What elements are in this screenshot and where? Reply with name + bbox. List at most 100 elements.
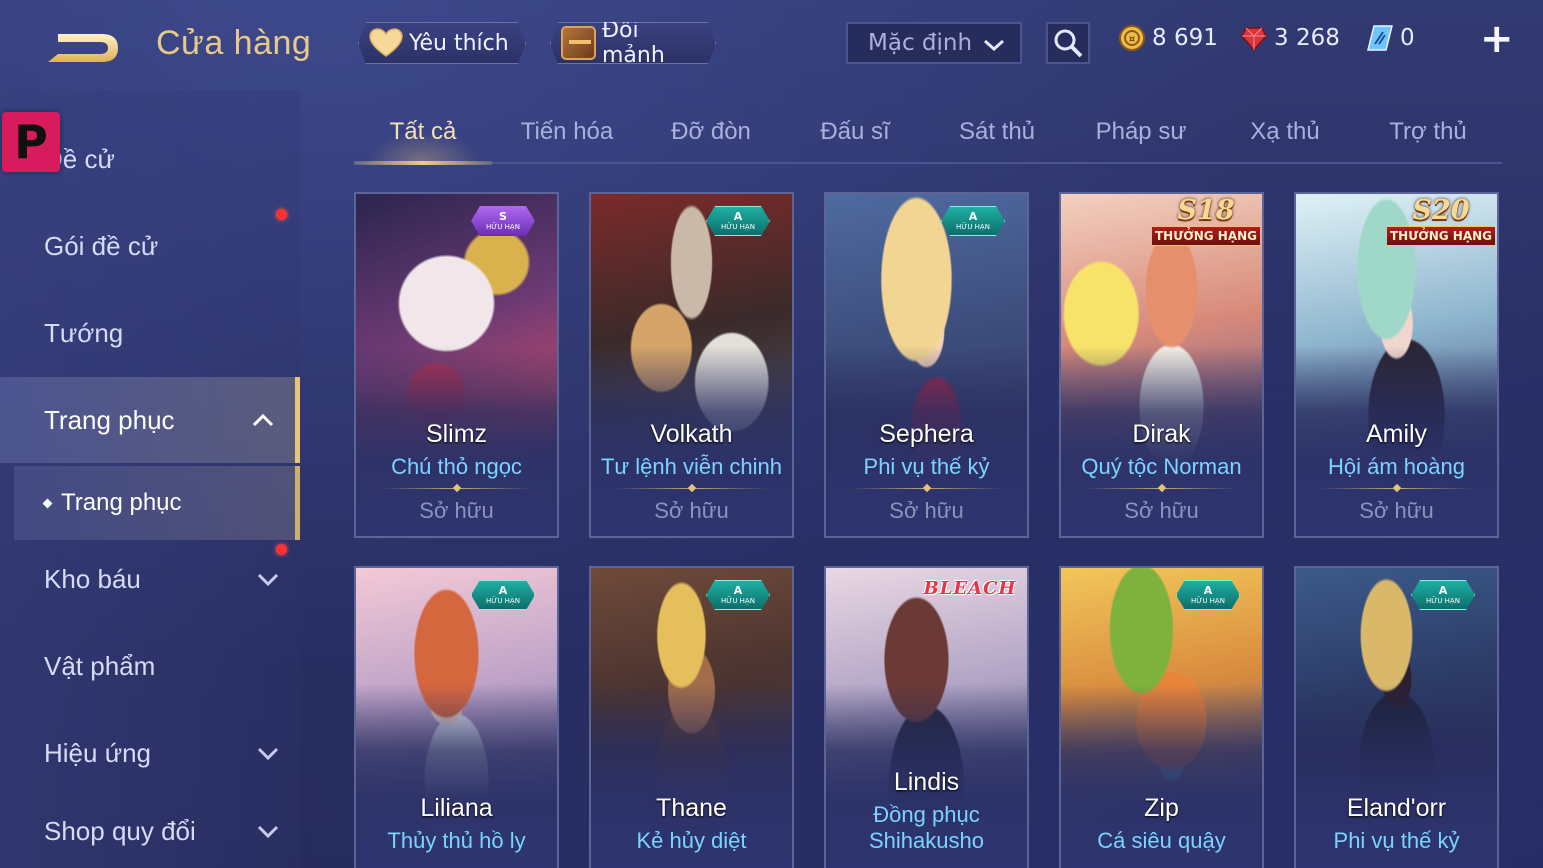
sort-value: Mặc định <box>868 30 973 56</box>
hero-name: Liliana <box>420 794 493 822</box>
plus-icon[interactable]: + <box>1480 19 1514 59</box>
owned-status: Sở hữu <box>419 498 494 523</box>
heart-icon <box>369 28 403 58</box>
hero-name: Lindis <box>893 768 960 796</box>
tab-evolution[interactable]: Tiến hóa <box>498 118 636 162</box>
skin-card-lindis[interactable]: BLEACH Lindis Đồng phục Shihakusho <box>824 566 1029 868</box>
sidebar-item-exchange-shop[interactable]: Shop quy đổi <box>0 794 300 868</box>
back-button[interactable] <box>44 26 124 70</box>
sidebar-subitem-skins[interactable]: Trang phục <box>14 466 300 540</box>
tab-label: Pháp sư <box>1095 118 1187 145</box>
skin-card-thane[interactable]: A HỮU HẠN Thane Kẻ hủy diệt <box>589 566 794 868</box>
voucher-icon <box>1367 25 1393 51</box>
collab-logo: BLEACH <box>923 578 1017 599</box>
tab-label: Sát thủ <box>958 118 1036 145</box>
bullet-icon <box>42 498 53 508</box>
limited-badge: A HỮU HẠN <box>471 580 535 610</box>
gold-amount: 8 691 <box>1152 25 1218 51</box>
favorites-button[interactable]: Yêu thích <box>358 22 526 64</box>
sidebar-item-label: Trang phục <box>44 404 175 435</box>
limited-badge: A HỮU HẠN <box>1176 580 1240 610</box>
hero-name: Thane <box>656 794 727 822</box>
tab-support[interactable]: Trợ thủ <box>1359 118 1497 162</box>
skin-name: Phi vụ thế kỷ <box>863 454 990 479</box>
exchange-fragments-button[interactable]: Đổi mảnh <box>550 22 716 64</box>
tab-all[interactable]: Tất cả <box>354 118 492 165</box>
chest-icon <box>561 26 596 60</box>
skin-card-elandorr[interactable]: A HỮU HẠN Eland'orr Phi vụ thế kỷ <box>1294 566 1499 868</box>
card-divider <box>850 483 1003 493</box>
sort-dropdown[interactable]: Mặc định <box>846 22 1022 64</box>
sidebar-item-treasure[interactable]: Kho báu <box>0 542 300 616</box>
sidebar-item-recommended-packs[interactable]: Gói đề cử <box>0 209 300 283</box>
skin-card-zip[interactable]: A HỮU HẠN Zip Cá siêu quậy <box>1059 566 1264 868</box>
ruby-balance: 3 268 <box>1240 24 1340 52</box>
skin-card-slimz[interactable]: S HỮU HẠN Slimz Chú thỏ ngọc Sở hữu <box>354 192 559 538</box>
sidebar-item-label: Gói đề cử <box>44 230 159 261</box>
tab-label: Tiến hóa <box>520 118 614 145</box>
chevron-down-icon <box>984 39 1004 52</box>
tab-active-underline <box>354 161 492 165</box>
card-divider <box>380 483 533 493</box>
skin-card-dirak[interactable]: S18 THƯỞNG HẠNG Dirak Quý tộc Norman Sở … <box>1059 192 1264 538</box>
skin-card-liliana[interactable]: A HỮU HẠN Liliana Thủy thủ hồ ly <box>354 566 559 868</box>
chevron-down-icon <box>257 573 279 587</box>
limited-badge: A HỮU HẠN <box>1411 580 1475 610</box>
hero-name: Sephera <box>879 420 974 448</box>
sidebar-item-label: Tướng <box>44 317 124 348</box>
ruby-icon <box>1241 27 1267 52</box>
owned-status: Sở hữu <box>1124 498 1199 523</box>
tab-assassin[interactable]: Sát thủ <box>928 118 1066 162</box>
skin-name: Thủy thủ hồ ly <box>387 828 526 853</box>
limited-badge: S HỮU HẠN <box>471 206 535 236</box>
back-arrow-icon <box>48 34 118 62</box>
skin-name: Tư lệnh viễn chinh <box>600 454 783 479</box>
skin-name: Quý tộc Norman <box>1081 454 1242 479</box>
chevron-down-icon <box>257 747 279 761</box>
sidebar-subitem-label: Trang phục <box>61 489 182 516</box>
sidebar-item-heroes[interactable]: Tướng <box>0 296 300 370</box>
voucher-balance: 0 <box>1366 24 1415 52</box>
ruby-amount: 3 268 <box>1274 25 1340 51</box>
season-reward-badge: S18 THƯỞNG HẠNG <box>1150 196 1262 254</box>
p-logo-icon: P <box>2 112 60 172</box>
skin-name-line1: Đồng phục <box>873 802 980 827</box>
tab-marksman[interactable]: Xạ thủ <box>1216 118 1354 162</box>
sidebar-item-items[interactable]: Vật phẩm <box>0 629 300 703</box>
search-button[interactable] <box>1046 22 1090 64</box>
skin-card-sephera[interactable]: A HỮU HẠN Sephera Phi vụ thế kỷ Sở hữu <box>824 192 1029 538</box>
skin-card-volkath[interactable]: A HỮU HẠN Volkath Tư lệnh viễn chinh Sở h… <box>589 192 794 538</box>
svg-text:¤: ¤ <box>1129 34 1136 45</box>
sidebar-item-label: Kho báu <box>44 563 141 594</box>
skin-name-line2: Shihakusho <box>869 828 984 853</box>
tab-label: Xạ thủ <box>1250 118 1320 145</box>
owned-status: Sở hữu <box>889 498 964 523</box>
notification-dot <box>276 209 287 220</box>
card-divider <box>1085 483 1238 493</box>
search-icon <box>1054 29 1083 58</box>
skin-name: Hội ám hoàng <box>1328 454 1465 479</box>
tab-label: Trợ thủ <box>1389 118 1467 145</box>
tab-label: Đấu sĩ <box>820 118 890 145</box>
voucher-amount: 0 <box>1400 25 1415 51</box>
card-divider <box>615 483 768 493</box>
tab-fighter[interactable]: Đấu sĩ <box>786 118 924 162</box>
sidebar-item-skins[interactable]: Trang phục <box>0 377 300 463</box>
card-divider <box>1320 483 1473 493</box>
exchange-label: Đổi mảnh <box>602 18 665 68</box>
tab-mage[interactable]: Pháp sư <box>1072 118 1210 162</box>
sidebar-item-effects[interactable]: Hiệu ứng <box>0 716 300 790</box>
gold-balance: ¤ 8 691 <box>1118 24 1218 52</box>
sidebar-item-label: Hiệu ứng <box>44 737 152 768</box>
owned-status: Sở hữu <box>654 498 729 523</box>
notification-dot <box>276 544 287 555</box>
tab-tank[interactable]: Đỡ đòn <box>642 118 780 162</box>
favorites-label: Yêu thích <box>409 30 509 56</box>
page-title: Cửa hàng <box>156 24 312 62</box>
skin-card-amily[interactable]: S20 THƯỞNG HẠNG Amily Hội ám hoàng Sở hữ… <box>1294 192 1499 538</box>
chevron-up-icon <box>252 413 274 427</box>
chevron-down-icon <box>257 825 279 839</box>
hero-name: Eland'orr <box>1346 794 1447 822</box>
skin-name: Phi vụ thế kỷ <box>1333 828 1460 853</box>
hero-name: Dirak <box>1132 420 1191 448</box>
